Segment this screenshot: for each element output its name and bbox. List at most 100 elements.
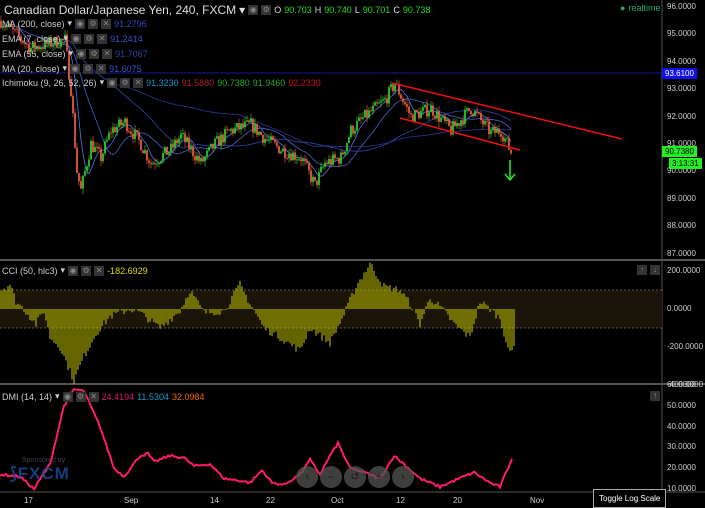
candle [166,146,168,155]
eye-icon: ◉ [107,77,118,88]
candle [128,131,130,133]
candle [354,130,356,134]
candle [502,136,504,142]
axis-tick-label: 92.0000 [667,111,696,121]
candle [228,129,230,131]
indicator-legend[interactable]: EMA (7, close) ▾ ◉ ⚙ ✕ 91.2414 [2,33,143,44]
dmi-legend[interactable]: DMI (14, 14) ▾ ◉ ⚙ ✕ 24.4194 11.5304 32.0984 [2,391,205,402]
candle [226,129,228,131]
candle [234,127,236,134]
candle [292,152,294,161]
moving-average-line [0,25,512,152]
candle [440,117,442,122]
candle [130,131,132,134]
ichimoku-legend[interactable]: Ichimoku (9, 26, 52, 26) ▾ ◉ ⚙ ✕ 91.3230 91.5… [2,77,321,88]
gear-icon[interactable]: ⚙ [88,18,99,29]
candle [374,102,376,106]
close-icon[interactable]: ✕ [97,33,108,44]
time-tick-label: 14 [210,496,219,505]
candle [394,84,396,92]
candle [254,123,256,133]
candle [336,158,338,159]
gear-icon[interactable]: ⚙ [261,5,272,15]
candle [424,104,426,108]
scroll-right-button[interactable]: › [392,466,414,488]
chevron-down-icon[interactable]: ▾ [64,33,69,44]
scroll-left-button[interactable]: ‹ [296,466,318,488]
axis-tick-label: 93.0000 [667,84,696,94]
down-arrow-icon [504,160,516,182]
candle [390,84,392,88]
zoom-in-button[interactable]: + [368,466,390,488]
move-up-icon[interactable]: ↑ [637,265,647,275]
axis-tick-label: 60.0000 [667,380,696,389]
chevron-down-icon[interactable]: ▾ [239,3,245,17]
reset-button[interactable]: ↺ [344,466,366,488]
close-icon[interactable]: ✕ [101,18,112,29]
eye-icon[interactable]: ◉ [248,5,259,15]
candle [456,123,458,127]
gear-icon[interactable]: ⚙ [89,48,100,59]
chevron-down-icon[interactable]: ▾ [69,48,74,59]
candle [308,162,310,171]
candle [270,136,272,140]
indicator-legend[interactable]: EMA (55, close) ▾ ◉ ⚙ ✕ 91.7067 [2,48,148,59]
price-line-tag: 93.6100 [662,68,697,79]
candle [174,139,176,148]
candle [294,152,296,160]
move-down-icon[interactable]: ↓ [650,265,660,275]
candle [142,150,144,154]
chevron-down-icon[interactable]: ▾ [68,18,73,29]
close-icon[interactable]: ✕ [96,63,107,74]
indicator-name: MA (200, close) [2,18,65,29]
candle [72,96,74,114]
toggle-log-scale-button[interactable]: Toggle Log Scale [593,489,667,508]
cci-legend[interactable]: CCI (50, hlc3) ▾ ◉ ⚙ ✕ -182.6929 [2,265,148,276]
zoom-out-button[interactable]: – [320,466,342,488]
candle [94,146,96,153]
candle [182,133,184,135]
axis-tick-label: 95.0000 [667,29,696,39]
candle [366,109,368,118]
candle [88,159,90,167]
candle [162,152,164,161]
symbol-title[interactable]: Canadian Dollar/Japanese Yen, 240, FXCM [4,3,236,17]
candle [188,137,190,149]
candle [246,120,248,122]
candle [402,98,404,102]
axis-tick-label: 10.0000 [667,484,696,493]
candle [476,111,478,113]
candle [82,175,84,189]
candle [498,128,500,134]
indicator-legend[interactable]: MA (200, close) ▾ ◉ ⚙ ✕ 91.2796 [2,18,147,29]
move-up-icon[interactable]: ↑ [650,391,660,401]
close-icon[interactable]: ✕ [102,48,113,59]
candle [460,120,462,126]
axis-tick-label: 89.0000 [667,193,696,203]
eye-icon[interactable]: ◉ [76,48,87,59]
candle [122,122,124,126]
sponsor-logo: Sponsored by ⟆FXCM [10,457,70,483]
indicator-value: 91.7067 [115,48,148,59]
candle [340,152,342,164]
candle [382,99,384,101]
candle [104,141,106,154]
eye-icon[interactable]: ◉ [70,63,81,74]
eye-icon[interactable]: ◉ [71,33,82,44]
gear-icon[interactable]: ⚙ [83,63,94,74]
candle [196,155,198,161]
candle [310,170,312,182]
candle [222,134,224,143]
gear-icon[interactable]: ⚙ [84,33,95,44]
eye-icon[interactable]: ◉ [75,18,86,29]
candle [466,108,468,110]
candle [330,159,332,165]
axis-tick-label: 0.0000 [667,304,692,313]
candle [462,120,464,124]
candle [422,107,424,111]
candle [314,176,316,181]
candle [164,146,166,153]
candle [140,139,142,151]
chevron-down-icon[interactable]: ▾ [63,63,68,74]
indicator-legend[interactable]: MA (20, close) ▾ ◉ ⚙ ✕ 91.6075 [2,63,142,74]
